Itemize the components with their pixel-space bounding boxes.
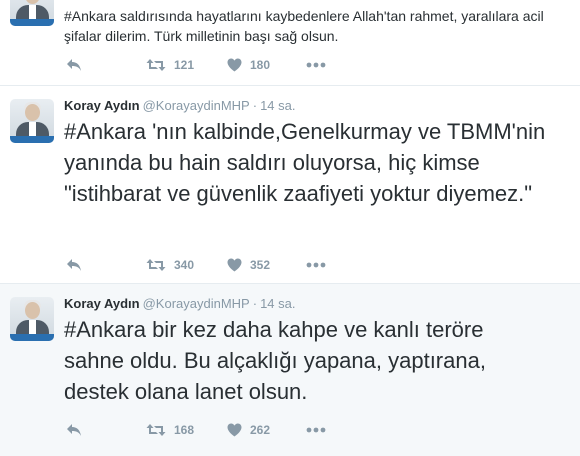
author-name[interactable]: Koray Aydın: [64, 98, 140, 113]
retweet-button[interactable]: 340: [146, 256, 194, 274]
tweet-text: #Ankara bir kez daha kahpe ve kanlı terö…: [64, 317, 486, 404]
like-count: 352: [250, 258, 271, 272]
reply-icon: [67, 424, 81, 436]
tweet-2[interactable]: Koray Aydın @KorayaydinMHP · 14 sa. #Ankara…: [0, 86, 580, 284]
reply-icon: [67, 259, 81, 271]
reply-button[interactable]: [66, 256, 82, 274]
like-icon: [227, 423, 242, 437]
tweet-actions: 121 180: [64, 56, 364, 74]
reply-button[interactable]: [66, 421, 82, 439]
retweet-icon: [146, 424, 166, 436]
like-icon: [227, 258, 242, 272]
retweet-count: 168: [174, 423, 195, 437]
avatar[interactable]: [10, 0, 54, 26]
separator-dot: ·: [252, 296, 258, 311]
more-button[interactable]: [306, 256, 326, 274]
tweet-actions: 340 352: [64, 256, 364, 274]
retweet-count: 340: [174, 258, 195, 272]
tweet-1[interactable]: #Ankara saldırısında hayatlarını kaybede…: [0, 0, 580, 86]
hashtag-link[interactable]: #Ankara: [64, 8, 116, 24]
tweet-header: Koray Aydın @KorayaydinMHP · 14 sa.: [64, 296, 296, 312]
tweet-timestamp[interactable]: 14 sa.: [260, 98, 295, 113]
like-count: 180: [250, 58, 271, 72]
retweet-icon: [146, 59, 166, 71]
retweet-button[interactable]: 168: [146, 421, 194, 439]
tweet-timestamp[interactable]: 14 sa.: [260, 296, 295, 311]
tweet-3[interactable]: Koray Aydın @KorayaydinMHP · 14 sa. #Ankara…: [0, 284, 580, 456]
tweet-text: #Ankara 'nın kalbinde,Genelkurmay ve TBM…: [64, 119, 546, 206]
more-icon: [306, 262, 326, 268]
separator-dot: ·: [252, 98, 258, 113]
more-icon: [306, 62, 326, 68]
tweet-text: #Ankara saldırısında hayatlarını kaybede…: [64, 8, 544, 44]
like-button[interactable]: 352: [227, 256, 270, 274]
reply-icon: [67, 59, 81, 71]
like-button[interactable]: 180: [227, 56, 270, 74]
more-button[interactable]: [306, 56, 326, 74]
avatar[interactable]: [10, 297, 54, 341]
author-handle[interactable]: @KorayaydinMHP: [143, 98, 250, 113]
tweet-actions: 168 262: [64, 421, 364, 439]
author-name[interactable]: Koray Aydın: [64, 296, 140, 311]
retweet-button[interactable]: 121: [146, 56, 194, 74]
reply-button[interactable]: [66, 56, 82, 74]
more-button[interactable]: [306, 421, 326, 439]
more-icon: [306, 427, 326, 433]
retweet-icon: [146, 259, 166, 271]
like-icon: [227, 58, 242, 72]
avatar[interactable]: [10, 99, 54, 143]
hashtag-link[interactable]: #Ankara: [64, 119, 146, 144]
like-count: 262: [250, 423, 271, 437]
hashtag-link[interactable]: #Ankara: [64, 317, 146, 342]
retweet-count: 121: [174, 58, 195, 72]
like-button[interactable]: 262: [227, 421, 270, 439]
tweet-header: Koray Aydın @KorayaydinMHP · 14 sa.: [64, 98, 296, 114]
author-handle[interactable]: @KorayaydinMHP: [143, 296, 250, 311]
